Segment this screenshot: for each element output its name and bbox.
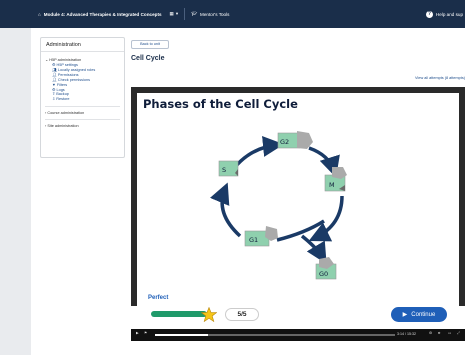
back-to-unit-button[interactable]: Back to unit — [131, 40, 169, 49]
node-g0-label: G0 — [319, 270, 328, 278]
mentor-tools-link[interactable]: 🎓︎ Mentor's Tools — [191, 11, 229, 17]
feedback-text: Perfect — [148, 295, 169, 301]
score-badge: 5/5 — [225, 308, 259, 321]
page-title: Cell Cycle — [131, 55, 165, 62]
video-seek-bar[interactable] — [155, 334, 395, 336]
mentor-tools-label: Mentor's Tools — [200, 11, 230, 17]
admin-title: Administration — [41, 38, 124, 52]
play-icon: ▶ — [402, 312, 408, 318]
video-time: 3:14 / 15:32 — [397, 332, 416, 336]
site-admin-section[interactable]: › Site administration — [45, 124, 120, 128]
volume-icon[interactable]: 🔊︎ — [438, 331, 440, 335]
divider — [45, 106, 120, 108]
node-g1-label: G1 — [249, 236, 258, 244]
arrow-g1-to-g0 — [300, 234, 327, 265]
site-name: Module 4: Advanced Therapies & Integrate… — [43, 11, 162, 17]
fullscreen-icon[interactable]: ⤢ — [457, 331, 460, 335]
graduation-cap-icon: 🎓︎ — [191, 11, 198, 16]
help-link[interactable]: ? Help and sup — [425, 10, 465, 18]
help-label: Help and sup — [435, 11, 463, 17]
divider — [45, 119, 120, 121]
h5p-content: Phases of the Cell Cycle S G2 M G1 G0 Pe… — [137, 93, 459, 311]
admin-item-restore[interactable]: ⇩ Restore — [45, 97, 120, 102]
cell-cycle-diagram: S G2 M G1 G0 — [209, 131, 347, 280]
video-controls: ▶ ⚑ 3:14 / 15:32 ⚙ 🔊︎ ▭ ⤢ — [131, 329, 465, 341]
score-row: 5/5 ▶ Continue — [131, 306, 465, 322]
continue-button[interactable]: ▶ Continue — [391, 307, 447, 322]
video-seek-fill — [155, 334, 208, 336]
arrow-m-to-g1 — [308, 195, 344, 242]
node-g2-label: G2 — [280, 138, 289, 146]
node-m-label: M — [329, 181, 335, 189]
play-icon[interactable]: ▶ — [136, 331, 139, 335]
view-attempts-link[interactable]: View all attempts (8 attempts) — [415, 76, 465, 80]
continue-label: Continue — [411, 311, 436, 318]
bookmark-icon[interactable]: ⚑ — [144, 331, 147, 335]
node-s-label: S — [222, 166, 226, 174]
home-link[interactable]: ⌂ Module 4: Advanced Therapies & Integra… — [38, 12, 162, 17]
course-admin-section[interactable]: › Course administration — [45, 111, 120, 115]
nav-divider — [184, 8, 186, 20]
h5p-admin-section[interactable]: ⌄ H5P administration — [45, 57, 120, 62]
apps-menu[interactable]: ▦ ▾ — [170, 11, 179, 17]
h5p-container: Phases of the Cell Cycle S G2 M G1 G0 Pe… — [131, 87, 465, 319]
arrow-g2-to-m — [308, 146, 340, 178]
help-icon: ? — [425, 10, 433, 18]
captions-icon[interactable]: ▭ — [448, 331, 451, 335]
star-icon — [201, 307, 217, 322]
arrow-g1-to-s — [209, 182, 242, 238]
home-icon: ⌂ — [38, 11, 41, 17]
grid-icon: ▦ — [169, 11, 174, 16]
chevron-down-icon: ▾ — [175, 11, 179, 16]
administration-block: Administration ⌄ H5P administration ⚙ H5… — [40, 37, 125, 158]
settings-icon[interactable]: ⚙ — [429, 331, 432, 335]
top-navbar: ⌂ Module 4: Advanced Therapies & Integra… — [0, 0, 465, 28]
score-progress-bar — [151, 311, 207, 317]
